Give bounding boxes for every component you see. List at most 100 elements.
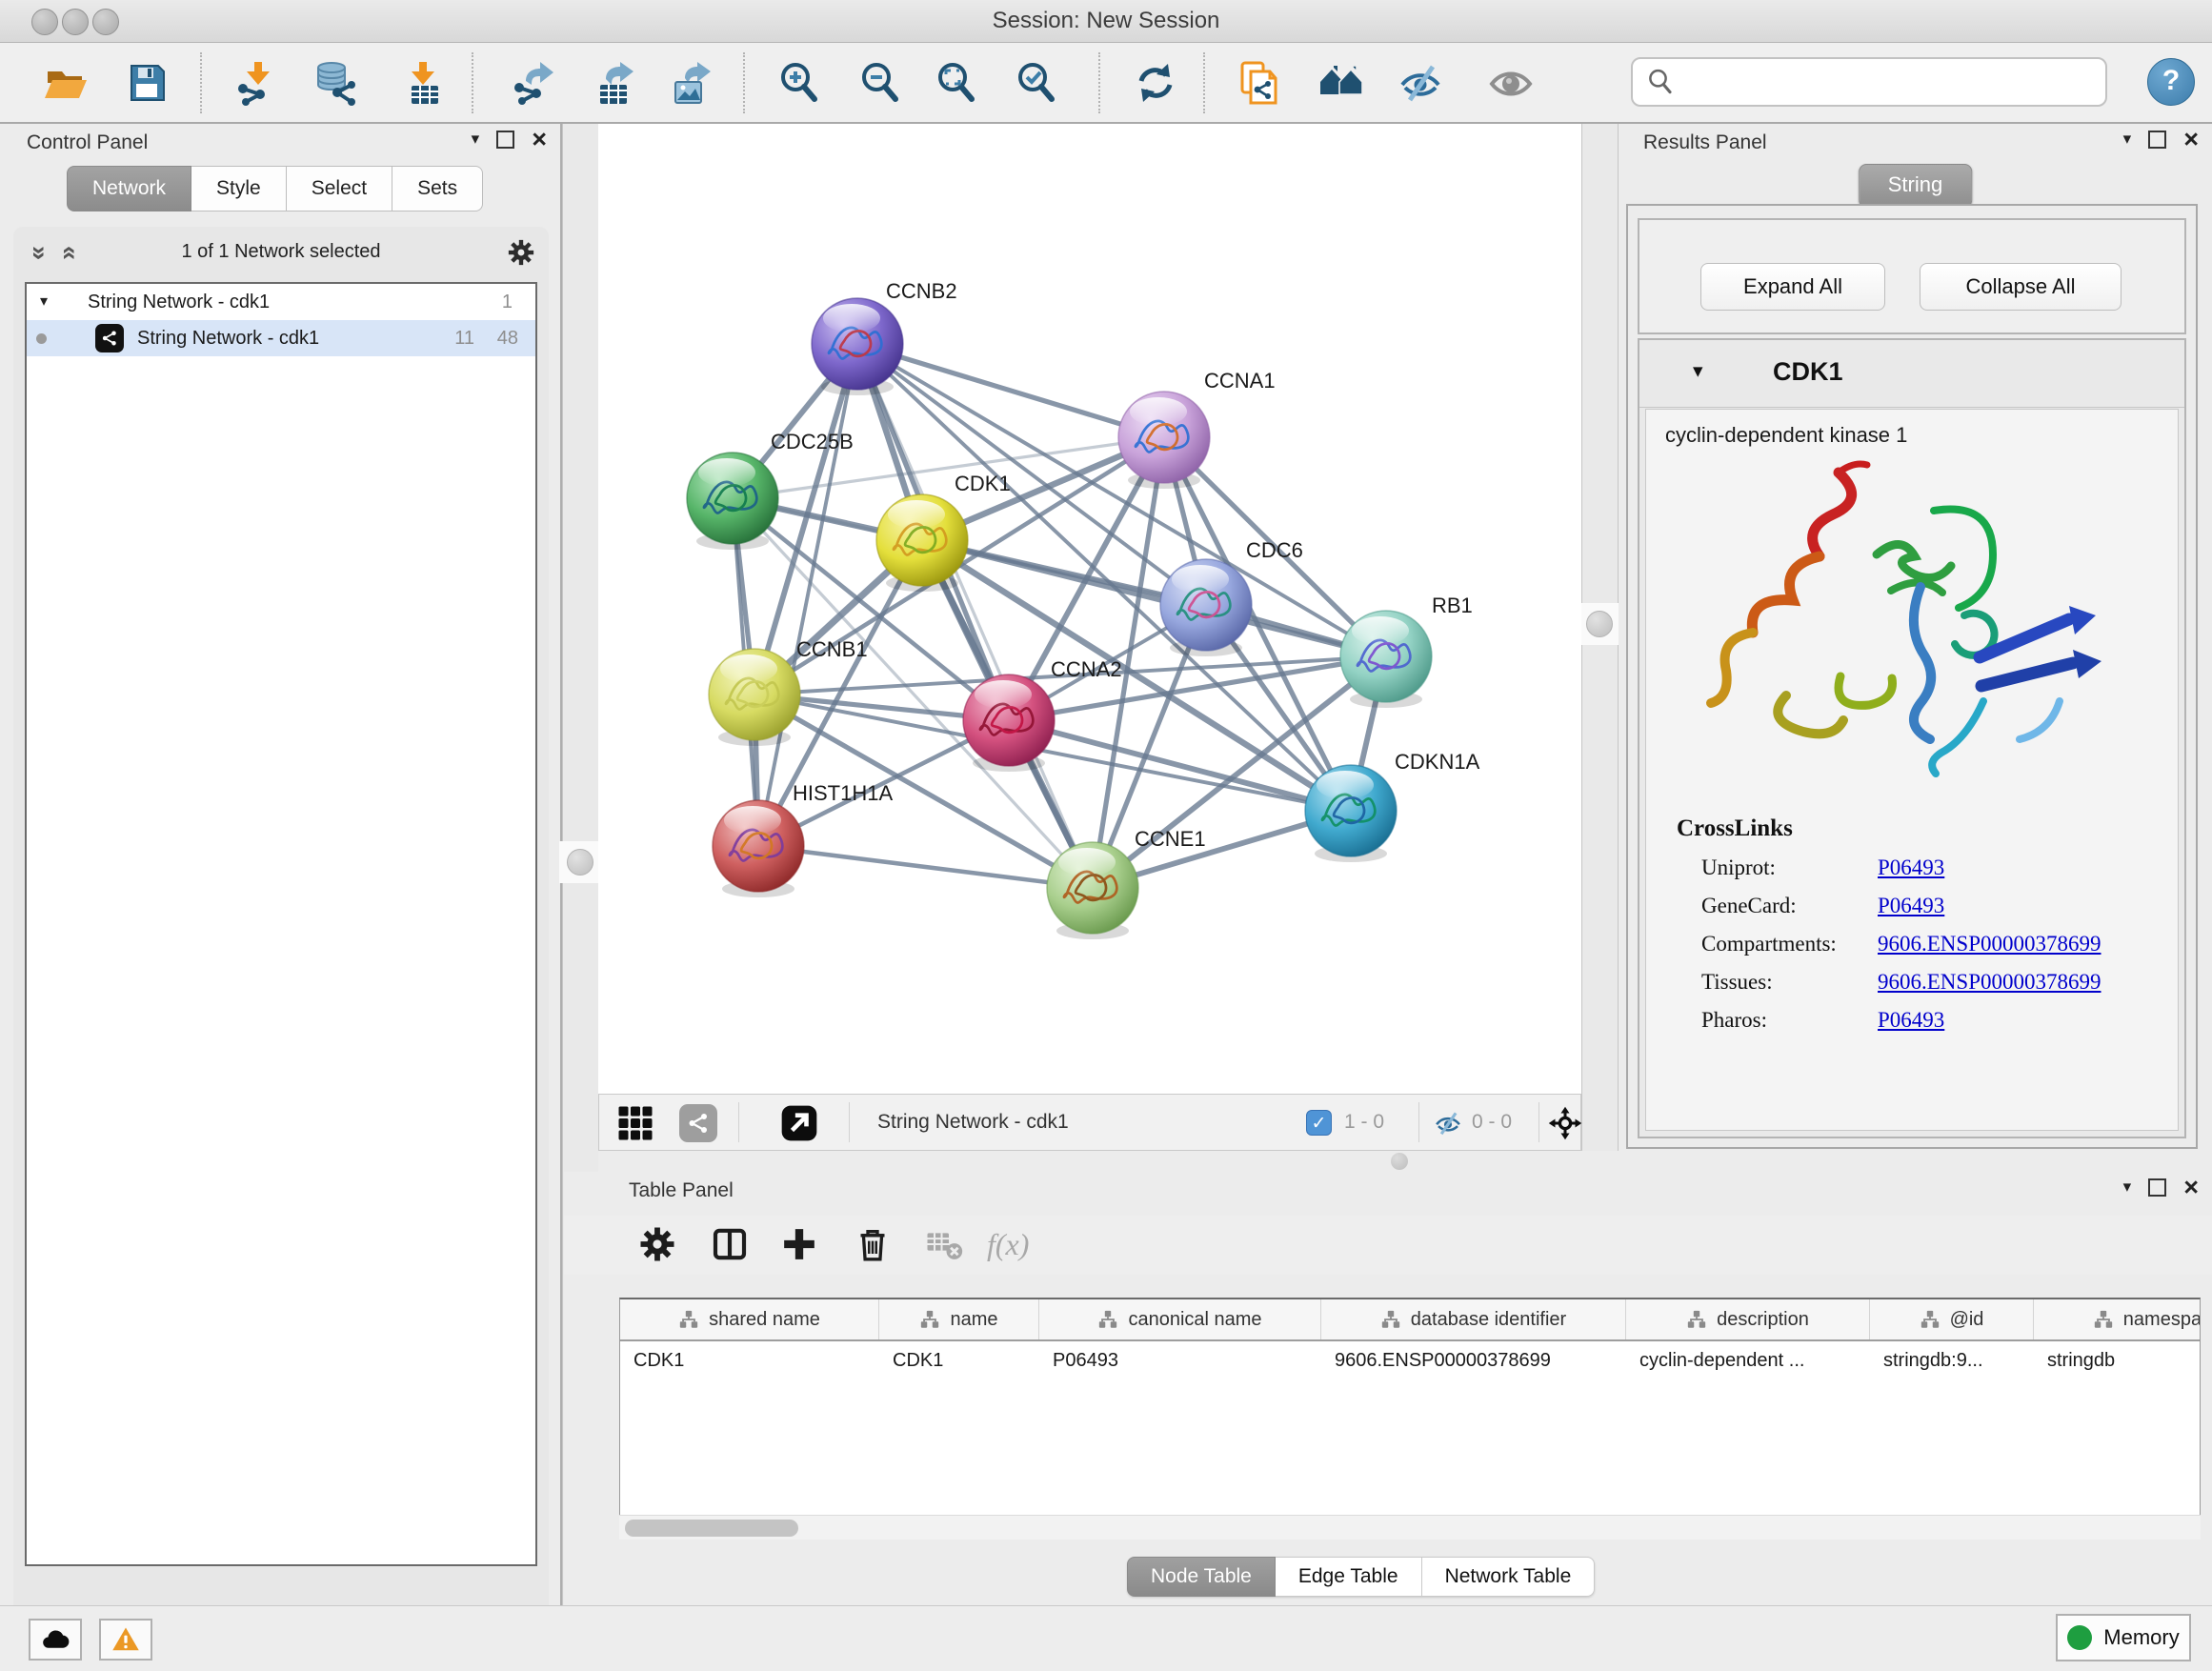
panel-float-icon[interactable] xyxy=(2148,131,2166,149)
status-bar: Memory xyxy=(0,1605,2212,1671)
export-table-icon[interactable] xyxy=(591,60,636,106)
edge-CCNB2-HIST1H1A[interactable] xyxy=(758,344,857,846)
first-neighbors-icon[interactable] xyxy=(1318,60,1364,106)
table-cell[interactable]: CDK1 xyxy=(620,1341,879,1379)
tab-select[interactable]: Select xyxy=(287,166,392,211)
panel-menu-icon[interactable]: ▾ xyxy=(2123,1178,2132,1197)
crosshair-icon[interactable] xyxy=(1548,1106,1582,1140)
export-network-icon[interactable] xyxy=(511,60,556,106)
grid-view-icon[interactable] xyxy=(616,1104,654,1142)
search-box[interactable] xyxy=(1631,57,2107,107)
network-collection-row[interactable]: ▾ String Network - cdk1 1 xyxy=(27,284,535,320)
create-column-icon[interactable] xyxy=(780,1225,818,1263)
column-header-namespace[interactable]: namespace xyxy=(2034,1299,2201,1339)
collapse-all-button[interactable]: Collapse All xyxy=(1920,263,2122,311)
column-header-shared-name[interactable]: shared name xyxy=(620,1299,879,1339)
right-splitter[interactable] xyxy=(1581,124,1619,1151)
tab-edge-table[interactable]: Edge Table xyxy=(1276,1557,1422,1597)
table-cell[interactable]: cyclin-dependent ... xyxy=(1626,1341,1870,1379)
selected-checkbox[interactable]: ✓ xyxy=(1306,1110,1332,1136)
open-in-new-window-icon[interactable] xyxy=(780,1104,818,1142)
table-horizontal-scrollbar[interactable] xyxy=(619,1515,2201,1540)
table-cell[interactable]: stringdb:9... xyxy=(1870,1341,2034,1379)
table-cell[interactable]: 9606.ENSP00000378699 xyxy=(1321,1341,1626,1379)
hidden-eye-slash-icon[interactable] xyxy=(1434,1109,1462,1137)
import-network-from-database-icon[interactable] xyxy=(311,60,356,106)
node-RB1[interactable]: RB1 xyxy=(1340,594,1473,708)
column-header--id[interactable]: @id xyxy=(1870,1299,2034,1339)
left-splitter-handle[interactable] xyxy=(559,841,601,883)
zoom-out-icon[interactable] xyxy=(857,60,903,106)
automation-cloud-button[interactable] xyxy=(29,1619,82,1661)
node-HIST1H1A[interactable]: HIST1H1A xyxy=(713,781,893,897)
panel-close-icon[interactable]: × xyxy=(532,130,547,149)
network-graph[interactable]: CCNB2CCNA1CDC25BCDK1CDC6RB1CCNB1CCNA2CDK… xyxy=(598,124,1581,1094)
delete-column-trash-icon[interactable] xyxy=(854,1225,892,1263)
node-CDC6[interactable]: CDC6 xyxy=(1160,538,1303,656)
panel-menu-icon[interactable]: ▾ xyxy=(2123,130,2132,149)
table-cell[interactable]: CDK1 xyxy=(879,1341,1039,1379)
collection-expander-icon[interactable]: ▾ xyxy=(40,292,48,311)
tab-style[interactable]: Style xyxy=(191,166,287,211)
zoom-fit-icon[interactable] xyxy=(934,60,979,106)
table-cell[interactable]: P06493 xyxy=(1039,1341,1321,1379)
node-CCNB2[interactable]: CCNB2 xyxy=(812,279,957,395)
clone-network-icon[interactable] xyxy=(1237,60,1283,106)
export-image-icon[interactable] xyxy=(668,60,714,106)
horizontal-splitter[interactable] xyxy=(598,1151,2212,1172)
column-header-description[interactable]: description xyxy=(1626,1299,1870,1339)
edge-CCNB2-CCNE1[interactable] xyxy=(857,344,1093,888)
network-options-gear-icon[interactable] xyxy=(507,238,535,267)
zoom-in-icon[interactable] xyxy=(776,60,822,106)
table-row[interactable]: CDK1CDK1P064939606.ENSP00000378699cyclin… xyxy=(620,1341,2200,1379)
scrollbar-thumb[interactable] xyxy=(625,1520,798,1537)
panel-float-icon[interactable] xyxy=(2148,1178,2166,1197)
string-network-badge-icon[interactable] xyxy=(679,1104,717,1142)
show-graphics-details-icon[interactable] xyxy=(1488,60,1534,106)
crosslink-link[interactable]: P06493 xyxy=(1878,1008,1944,1033)
open-session-icon[interactable] xyxy=(42,60,88,106)
edge-CCNB2-CCNA1[interactable] xyxy=(857,344,1164,437)
help-button[interactable]: ? xyxy=(2147,58,2195,106)
tab-network-table[interactable]: Network Table xyxy=(1422,1557,1596,1597)
tab-sets[interactable]: Sets xyxy=(392,166,483,211)
crosslink-link[interactable]: 9606.ENSP00000378699 xyxy=(1878,932,2101,956)
node-CDK1[interactable]: CDK1 xyxy=(876,472,1011,592)
network-row-selected[interactable]: String Network - cdk1 11 48 xyxy=(27,320,535,356)
memory-button[interactable]: Memory xyxy=(2056,1614,2191,1661)
import-table-from-file-icon[interactable] xyxy=(398,60,444,106)
tab-node-table[interactable]: Node Table xyxy=(1127,1557,1276,1597)
table-body: CDK1CDK1P064939606.ENSP00000378699cyclin… xyxy=(620,1341,2200,1379)
panel-menu-icon[interactable]: ▾ xyxy=(472,130,480,149)
netbar-separator xyxy=(1418,1102,1419,1142)
section-expander-icon[interactable]: ▾ xyxy=(1693,359,1703,383)
show-columns-icon[interactable] xyxy=(711,1225,749,1263)
panel-float-icon[interactable] xyxy=(496,131,514,149)
tab-network[interactable]: Network xyxy=(67,166,191,211)
right-splitter-handle[interactable] xyxy=(1579,603,1620,645)
column-header-canonical-name[interactable]: canonical name xyxy=(1039,1299,1321,1339)
expand-all-button[interactable]: Expand All xyxy=(1700,263,1885,311)
panel-close-icon[interactable]: × xyxy=(2183,130,2199,149)
crosslink-link[interactable]: 9606.ENSP00000378699 xyxy=(1878,970,2101,995)
edge-HIST1H1A-CCNE1[interactable] xyxy=(758,846,1093,888)
cdk1-section-header[interactable]: ▾ CDK1 xyxy=(1639,340,2184,408)
crosslink-link[interactable]: P06493 xyxy=(1878,856,1944,880)
network-view-canvas[interactable]: CCNB2CCNA1CDC25BCDK1CDC6RB1CCNB1CCNA2CDK… xyxy=(598,124,1581,1094)
column-header-name[interactable]: name xyxy=(879,1299,1039,1339)
cytoscape-window: Session: New Session ? Control Panel ▾ ×… xyxy=(0,0,2212,1671)
horizontal-splitter-handle[interactable] xyxy=(1391,1153,1408,1170)
crosslink-link[interactable]: P06493 xyxy=(1878,894,1944,918)
tab-string[interactable]: String xyxy=(1859,164,1972,208)
panel-close-icon[interactable]: × xyxy=(2183,1178,2199,1197)
refresh-view-icon[interactable] xyxy=(1133,60,1178,106)
save-session-icon[interactable] xyxy=(124,60,170,106)
zoom-selected-icon[interactable] xyxy=(1014,60,1059,106)
import-network-from-file-icon[interactable] xyxy=(233,60,279,106)
search-input[interactable] xyxy=(1684,70,2105,94)
hide-graphics-details-icon[interactable] xyxy=(1398,60,1443,106)
column-header-database-identifier[interactable]: database identifier xyxy=(1321,1299,1626,1339)
warnings-button[interactable] xyxy=(99,1619,152,1661)
table-options-gear-icon[interactable] xyxy=(638,1225,676,1263)
table-cell[interactable]: stringdb xyxy=(2034,1341,2201,1379)
